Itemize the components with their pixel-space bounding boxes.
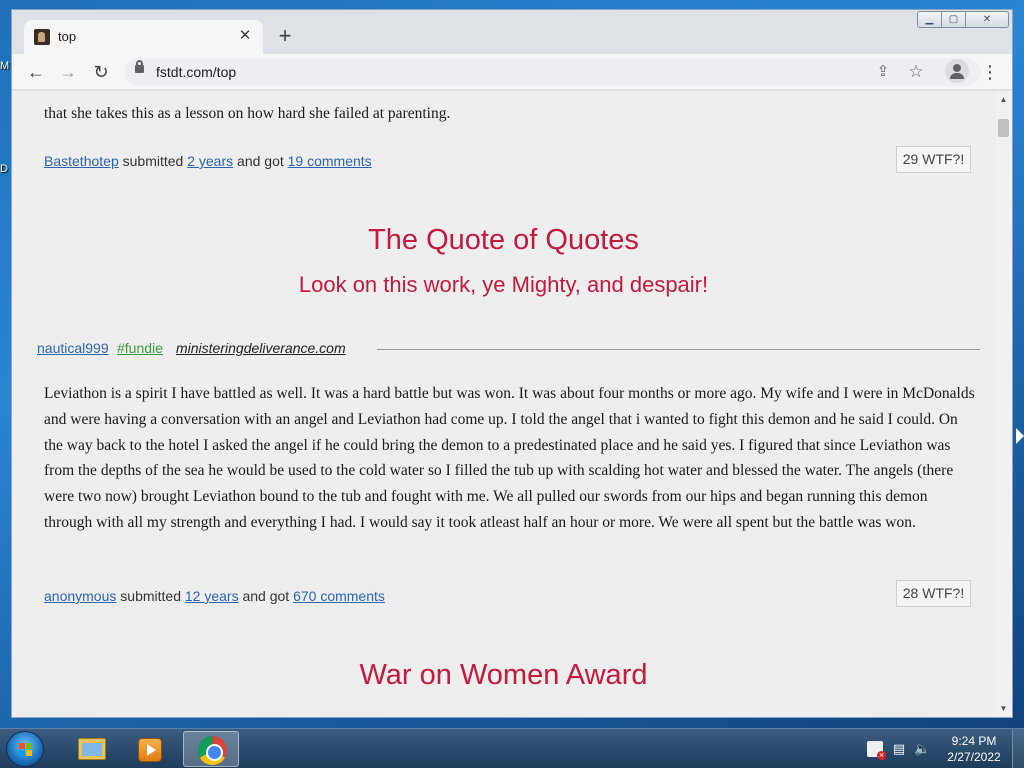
scroll-down-arrow[interactable]: ▼ xyxy=(995,702,1012,716)
comments-link[interactable]: 670 comments xyxy=(293,588,385,604)
chrome-icon xyxy=(198,736,227,765)
divider xyxy=(377,349,980,350)
kebab-menu-icon[interactable]: ⋮ xyxy=(977,59,1003,85)
comments-link[interactable]: 19 comments xyxy=(288,153,372,169)
page-content: that she takes this as a lesson on how h… xyxy=(12,91,995,717)
system-clock[interactable]: 9:24 PM 2/27/2022 xyxy=(940,733,1008,765)
url-text[interactable]: fstdt.com/top xyxy=(156,64,236,80)
poster-link[interactable]: nautical999 xyxy=(37,340,109,356)
share-icon[interactable]: ⇪ xyxy=(872,61,894,83)
post-meta: Bastethotep submitted 2 years and got 19… xyxy=(44,153,372,169)
clock-time: 9:24 PM xyxy=(951,734,997,748)
profile-icon[interactable] xyxy=(945,59,969,83)
mouse-cursor xyxy=(1016,428,1024,444)
taskbar-file-explorer[interactable] xyxy=(62,731,118,767)
desktop-icon-label-fragment: M xyxy=(0,60,10,72)
reload-icon[interactable]: ↻ xyxy=(88,59,114,85)
close-window-button[interactable]: ✕ xyxy=(965,11,1009,28)
back-arrow-icon[interactable]: ← xyxy=(23,59,49,85)
browser-toolbar: ← → ↻ fstdt.com/top ⇪ ☆ ⋮ xyxy=(12,54,1012,90)
taskbar-chrome[interactable] xyxy=(183,731,239,767)
desktop-icon-label-fragment: D xyxy=(0,163,8,175)
tab-title: top xyxy=(58,29,77,44)
file-explorer-icon xyxy=(78,738,106,760)
close-icon[interactable]: ✕ xyxy=(235,26,255,46)
windows-start-icon[interactable] xyxy=(6,731,44,767)
author-link[interactable]: Bastethotep xyxy=(44,153,119,169)
star-icon[interactable]: ☆ xyxy=(905,61,927,83)
media-player-icon xyxy=(138,738,162,762)
scroll-thumb[interactable] xyxy=(998,119,1009,137)
address-bar[interactable]: fstdt.com/top ⇪ ☆ xyxy=(124,58,981,86)
age-link[interactable]: 2 years xyxy=(187,153,233,169)
wtf-button[interactable]: 29 WTF?! xyxy=(896,146,971,173)
submitted-label: submitted xyxy=(122,153,184,169)
post-tagline: nautical999 #fundie ministeringdeliveran… xyxy=(37,339,980,359)
browser-window: top ✕ + ▁ ▢ ✕ ← → ↻ fstdt.com/top ⇪ ☆ ⋮ … xyxy=(11,9,1013,718)
network-icon[interactable]: ▤ xyxy=(891,741,907,757)
taskbar-media-player[interactable] xyxy=(122,731,178,767)
source-site-link[interactable]: ministeringdeliverance.com xyxy=(176,340,346,356)
clock-date: 2/27/2022 xyxy=(947,750,1001,764)
award-subtitle: Look on this work, ye Mighty, and despai… xyxy=(298,272,709,297)
forward-arrow-icon[interactable]: → xyxy=(55,59,81,85)
title-bar: top ✕ + ▁ ▢ ✕ xyxy=(12,10,1012,54)
favicon-icon xyxy=(34,29,50,45)
quote-text: Leviathon is a spirit I have battled as … xyxy=(44,385,975,531)
award-title: War on Women Award xyxy=(359,659,648,691)
author-link[interactable]: anonymous xyxy=(44,588,116,604)
quote-text: that she takes this as a lesson on how h… xyxy=(44,105,451,122)
wtf-button[interactable]: 28 WTF?! xyxy=(896,580,971,607)
scroll-up-arrow[interactable]: ▲ xyxy=(995,93,1012,107)
award-title: The Quote of Quotes xyxy=(368,224,639,256)
category-link[interactable]: #fundie xyxy=(117,340,163,356)
tab-top[interactable]: top ✕ xyxy=(24,20,263,54)
minimize-button[interactable]: ▁ xyxy=(917,11,942,28)
action-center-flag-icon[interactable] xyxy=(867,741,886,760)
and-got-label: and got xyxy=(242,588,290,604)
and-got-label: and got xyxy=(237,153,284,169)
plus-icon[interactable]: + xyxy=(272,24,298,50)
show-desktop-button[interactable] xyxy=(1012,729,1024,768)
taskbar: ▤ 🔈 9:24 PM 2/27/2022 xyxy=(0,728,1024,768)
vertical-scrollbar[interactable]: ▲ ▼ xyxy=(995,91,1012,717)
maximize-button[interactable]: ▢ xyxy=(941,11,966,28)
lock-icon[interactable] xyxy=(135,60,144,73)
submitted-label: submitted xyxy=(120,588,181,604)
post-meta: anonymous submitted 12 years and got 670… xyxy=(44,588,385,604)
volume-icon[interactable]: 🔈 xyxy=(914,741,930,757)
age-link[interactable]: 12 years xyxy=(185,588,239,604)
